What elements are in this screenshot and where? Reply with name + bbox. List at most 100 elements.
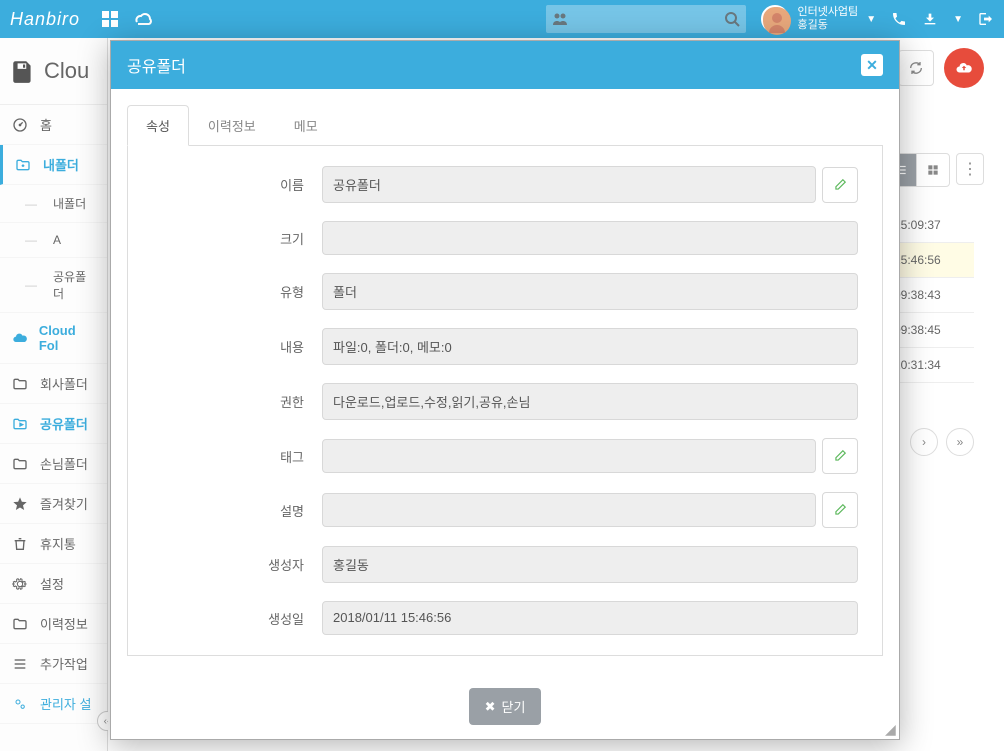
tab-memo[interactable]: 메모 xyxy=(275,105,337,146)
sidebar-item-admin[interactable]: 관리자 설 xyxy=(0,684,107,724)
close-icon: ✖ xyxy=(485,699,496,715)
gears-icon xyxy=(12,696,30,712)
edit-tag-button[interactable] xyxy=(822,438,858,474)
search-icon[interactable] xyxy=(724,11,740,27)
form-panel: 이름 공유폴더 크기 유형 폴더 xyxy=(127,146,883,656)
last-page-button[interactable]: » xyxy=(946,428,974,456)
phone-icon[interactable] xyxy=(891,11,907,27)
upload-button[interactable] xyxy=(944,48,984,88)
top-header: Hanbiro 인터넷사업팀 홍길동 ▼ ▼ xyxy=(0,0,1004,38)
download-icon[interactable] xyxy=(922,11,938,27)
value-tag xyxy=(322,439,816,473)
row-type: 유형 폴더 xyxy=(152,273,858,310)
folder-plus-icon xyxy=(15,157,33,173)
modal-close-button[interactable]: ✕ xyxy=(861,54,883,76)
sidebar-label: 휴지통 xyxy=(40,534,76,553)
file-time: 09:38:45 xyxy=(894,313,974,348)
sidebar-label: 이력정보 xyxy=(40,614,88,633)
label-desc: 설명 xyxy=(152,501,322,520)
tab-properties[interactable]: 속성 xyxy=(127,105,189,146)
header-search[interactable] xyxy=(546,5,746,33)
folder-company-icon xyxy=(12,376,30,392)
sidebar-label: 회사폴더 xyxy=(40,374,88,393)
edit-desc-button[interactable] xyxy=(822,492,858,528)
file-times-column: 15:09:37 15:46:56 09:38:43 09:38:45 10:3… xyxy=(894,208,974,383)
modal-footer: ✖ 닫기 xyxy=(111,674,899,739)
row-tag: 태그 xyxy=(152,438,858,474)
tab-bar: 속성 이력정보 메모 xyxy=(127,105,883,146)
header-app-icons xyxy=(100,9,152,29)
sidebar-item-additional[interactable]: 추가작업 xyxy=(0,644,107,684)
modal-title: 공유폴더 xyxy=(127,53,186,77)
close-label: 닫기 xyxy=(501,697,525,716)
chevron-down-icon-2[interactable]: ▼ xyxy=(953,14,963,25)
trash-icon xyxy=(12,536,30,552)
row-created: 생성일 2018/01/11 15:46:56 xyxy=(152,601,858,635)
user-area[interactable]: 인터넷사업팀 홍길동 ▼ xyxy=(761,5,876,33)
folder-history-icon xyxy=(12,616,30,632)
file-time: 09:38:43 xyxy=(894,278,974,313)
sidebar-item-settings[interactable]: 설정 xyxy=(0,564,107,604)
value-desc xyxy=(322,493,816,527)
disk-icon xyxy=(10,58,36,84)
refresh-button[interactable] xyxy=(898,50,934,86)
label-tag: 태그 xyxy=(152,447,322,466)
sidebar-item-trash[interactable]: 휴지통 xyxy=(0,524,107,564)
close-button[interactable]: ✖ 닫기 xyxy=(469,688,542,725)
label-permission: 권한 xyxy=(152,392,322,411)
edit-name-button[interactable] xyxy=(822,167,858,203)
file-time: 10:31:34 xyxy=(894,348,974,383)
gear-icon xyxy=(12,576,30,592)
label-type: 유형 xyxy=(152,282,322,301)
row-name: 이름 공유폴더 xyxy=(152,166,858,203)
file-time: 15:09:37 xyxy=(894,208,974,243)
row-content: 내용 파일:0, 폴더:0, 메모:0 xyxy=(152,328,858,365)
sidebar-item-guest[interactable]: 손님폴더 xyxy=(0,444,107,484)
sidebar-item-myfolder[interactable]: 내폴더 xyxy=(0,145,107,185)
sidebar-sub-a[interactable]: A xyxy=(0,223,107,258)
list-icon xyxy=(12,656,30,672)
tab-history[interactable]: 이력정보 xyxy=(189,105,275,146)
pagination: › » xyxy=(910,428,974,456)
sidebar-item-favorite[interactable]: 즐겨찾기 xyxy=(0,484,107,524)
sidebar-sub-shared[interactable]: 공유폴더 xyxy=(0,258,107,313)
user-team: 인터넷사업팀 xyxy=(797,6,858,19)
grid-icon[interactable] xyxy=(100,9,120,29)
row-size: 크기 xyxy=(152,221,858,255)
grid-view-button[interactable] xyxy=(917,154,949,186)
sidebar-label: 손님폴더 xyxy=(40,454,88,473)
cloud-refresh-icon[interactable] xyxy=(132,9,152,29)
sidebar-label: 공유폴더 xyxy=(53,268,95,302)
row-creator: 생성자 홍길동 xyxy=(152,546,858,583)
sidebar-label: Cloud Fol xyxy=(39,323,95,353)
label-content: 내용 xyxy=(152,337,322,356)
sidebar: Clou 홈 내폴더 내폴더 A 공유폴더 Cloud Fol 회사폴더 xyxy=(0,38,108,751)
file-time: 15:46:56 xyxy=(894,243,974,278)
next-page-button[interactable]: › xyxy=(910,428,938,456)
sidebar-label: 관리자 설 xyxy=(40,694,91,713)
sidebar-item-shared[interactable]: 공유폴더 xyxy=(0,404,107,444)
sidebar-title: Clou xyxy=(44,58,89,84)
sidebar-label: 공유폴더 xyxy=(40,414,88,433)
resize-handle[interactable]: ◢ xyxy=(885,725,897,737)
value-type: 폴더 xyxy=(322,273,858,310)
value-content: 파일:0, 폴더:0, 메모:0 xyxy=(322,328,858,365)
value-size xyxy=(322,221,858,255)
sidebar-label: A xyxy=(53,233,61,247)
more-button[interactable]: ⋮ xyxy=(956,153,984,185)
folder-share-icon xyxy=(12,416,30,432)
label-created: 생성일 xyxy=(152,609,322,628)
sidebar-item-cloudfolder[interactable]: Cloud Fol xyxy=(0,313,107,364)
dashboard-icon xyxy=(12,117,30,133)
sidebar-item-home[interactable]: 홈 xyxy=(0,105,107,145)
sidebar-sub-myfolder[interactable]: 내폴더 xyxy=(0,185,107,223)
sidebar-item-company[interactable]: 회사폴더 xyxy=(0,364,107,404)
modal-body: 속성 이력정보 메모 이름 공유폴더 크기 xyxy=(111,89,899,674)
user-info: 인터넷사업팀 홍길동 xyxy=(797,6,858,32)
logout-icon[interactable] xyxy=(978,11,994,27)
sidebar-item-history[interactable]: 이력정보 xyxy=(0,604,107,644)
properties-modal: 공유폴더 ✕ 속성 이력정보 메모 이름 공유폴더 크기 xyxy=(110,40,900,740)
sidebar-label: 홈 xyxy=(40,115,52,134)
chevron-down-icon[interactable]: ▼ xyxy=(866,14,876,25)
sidebar-label: 내폴더 xyxy=(53,195,86,212)
